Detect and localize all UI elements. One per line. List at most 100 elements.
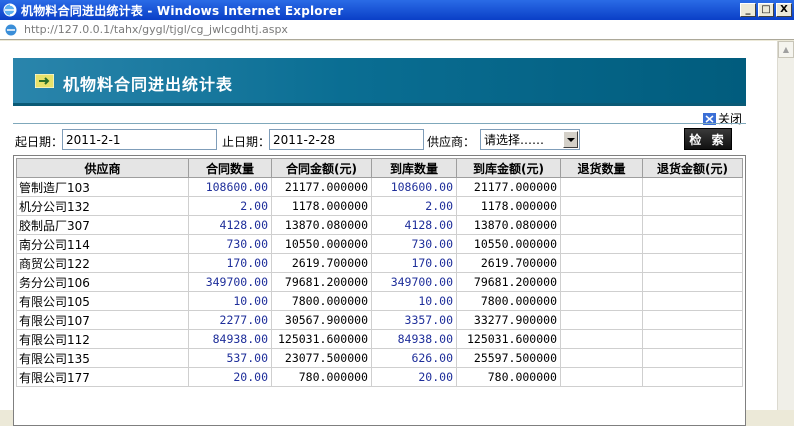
- table-cell: [560, 291, 643, 311]
- start-date-input[interactable]: [62, 129, 217, 150]
- scroll-up-arrow-icon[interactable]: ▲: [778, 41, 794, 58]
- table-cell: 1178.000000: [456, 196, 561, 216]
- table-row: 机分公司132 2.00 1178.000000 2.00 1178.000000: [16, 196, 743, 216]
- table-cell: 349700.00: [371, 272, 457, 292]
- table-cell: 1178.000000: [271, 196, 372, 216]
- chevron-down-icon[interactable]: [563, 131, 578, 148]
- table-cell: [642, 177, 743, 197]
- table-cell: 20.00: [371, 367, 457, 387]
- table-cell: 730.00: [371, 234, 457, 254]
- table-row: 管制造厂103 108600.00 21177.000000 108600.00 211…: [16, 177, 743, 197]
- supplier-cell: 有限公司135: [16, 348, 189, 368]
- table-cell: [560, 234, 643, 254]
- supplier-cell: 商贸公司122: [16, 253, 189, 273]
- table-cell: 170.00: [371, 253, 457, 273]
- minimize-button[interactable]: _: [740, 3, 756, 17]
- table-cell: [560, 367, 643, 387]
- table-cell: [560, 177, 643, 197]
- table-cell: 10.00: [371, 291, 457, 311]
- filter-bar: 起日期： 止日期： 供应商： 请选择…… 检 索: [13, 123, 746, 153]
- address-url: http://127.0.0.1/tahx/gygl/tjgl/cg_jwlcg…: [24, 23, 288, 36]
- table-cell: [560, 253, 643, 273]
- table-cell: 2277.00: [188, 310, 272, 330]
- supplier-select[interactable]: 请选择……: [480, 129, 580, 150]
- table-cell: 7800.000000: [271, 291, 372, 311]
- table-row: 有限公司112 84938.00 125031.600000 84938.00 1250…: [16, 329, 743, 349]
- start-date-label: 起日期：: [15, 135, 64, 149]
- table-cell: 3357.00: [371, 310, 457, 330]
- table-cell: 10550.000000: [271, 234, 372, 254]
- search-button[interactable]: 检 索: [684, 128, 732, 150]
- table-cell: [560, 348, 643, 368]
- table-cell: 10550.000000: [456, 234, 561, 254]
- table-cell: [642, 234, 743, 254]
- table-cell: [642, 196, 743, 216]
- table-cell: 84938.00: [371, 329, 457, 349]
- table-cell: [642, 272, 743, 292]
- table-cell: [642, 310, 743, 330]
- table-cell: 21177.000000: [271, 177, 372, 197]
- table-cell: 30567.900000: [271, 310, 372, 330]
- end-date-label: 止日期：: [222, 135, 271, 149]
- column-header: 到库数量: [371, 158, 457, 178]
- table-cell: 2619.700000: [271, 253, 372, 273]
- table-cell: 108600.00: [371, 177, 457, 197]
- address-bar[interactable]: http://127.0.0.1/tahx/gygl/tjgl/cg_jwlcg…: [0, 20, 794, 40]
- table-cell: 4128.00: [188, 215, 272, 235]
- table-cell: 7800.000000: [456, 291, 561, 311]
- table-cell: [560, 272, 643, 292]
- table-row: 有限公司135 537.00 23077.500000 626.00 25597.500…: [16, 348, 743, 368]
- ie-icon: [3, 3, 17, 17]
- table-cell: 84938.00: [188, 329, 272, 349]
- column-header: 退货数量: [560, 158, 643, 178]
- vertical-scrollbar[interactable]: ▲: [777, 41, 794, 410]
- supplier-cell: 胶制品厂307: [16, 215, 189, 235]
- table-row: 有限公司105 10.00 7800.000000 10.00 7800.000000: [16, 291, 743, 311]
- table-cell: 21177.000000: [456, 177, 561, 197]
- supplier-cell: 管制造厂103: [16, 177, 189, 197]
- table-cell: 349700.00: [188, 272, 272, 292]
- table-row: 有限公司107 2277.00 30567.900000 3357.00 33277.9…: [16, 310, 743, 330]
- column-header: 供应商: [16, 158, 189, 178]
- page-viewport: 机物料合同进出统计表 关闭 起日期： 止日期： 供应商： 请选择…… 检 索 供…: [0, 41, 777, 426]
- page-banner: 机物料合同进出统计表: [13, 58, 746, 106]
- table-cell: [560, 329, 643, 349]
- table-cell: [642, 291, 743, 311]
- end-date-input[interactable]: [269, 129, 424, 150]
- window-title: 机物料合同进出统计表 - Windows Internet Explorer: [21, 3, 344, 18]
- table-cell: [642, 253, 743, 273]
- close-window-button[interactable]: X: [776, 3, 792, 17]
- supplier-cell: 有限公司177: [16, 367, 189, 387]
- table-cell: [560, 310, 643, 330]
- table-cell: 626.00: [371, 348, 457, 368]
- table-cell: 125031.600000: [271, 329, 372, 349]
- supplier-cell: 有限公司105: [16, 291, 189, 311]
- column-header: 合同数量: [188, 158, 272, 178]
- supplier-cell: 机分公司132: [16, 196, 189, 216]
- table-row: 胶制品厂307 4128.00 13870.080000 4128.00 13870.0…: [16, 215, 743, 235]
- table-row: 商贸公司122 170.00 2619.700000 170.00 2619.70000…: [16, 253, 743, 273]
- table-row: 务分公司106 349700.00 79681.200000 349700.00 796…: [16, 272, 743, 292]
- table-cell: 2619.700000: [456, 253, 561, 273]
- table-cell: 13870.080000: [271, 215, 372, 235]
- supplier-cell: 有限公司112: [16, 329, 189, 349]
- table-cell: 108600.00: [188, 177, 272, 197]
- maximize-button[interactable]: □: [758, 3, 774, 17]
- table-cell: 537.00: [188, 348, 272, 368]
- ie-page-icon: [5, 24, 17, 35]
- window-titlebar: 机物料合同进出统计表 - Windows Internet Explorer _…: [0, 0, 794, 20]
- table-cell: [642, 215, 743, 235]
- table-cell: [560, 196, 643, 216]
- supplier-select-value: 请选择……: [484, 133, 545, 147]
- stats-table: 供应商 合同数量 合同金额(元) 到库数量 到库金额(元) 退货数量 退货金额(元) 管制造…: [16, 158, 743, 387]
- table-row: 南分公司114 730.00 10550.000000 730.00 10550.000…: [16, 234, 743, 254]
- table-cell: 170.00: [188, 253, 272, 273]
- table-cell: 2.00: [188, 196, 272, 216]
- table-cell: 79681.200000: [456, 272, 561, 292]
- column-header: 到库金额(元): [456, 158, 561, 178]
- table-cell: 13870.080000: [456, 215, 561, 235]
- table-cell: 780.000000: [456, 367, 561, 387]
- table-cell: 10.00: [188, 291, 272, 311]
- table-body: 管制造厂103 108600.00 21177.000000 108600.00 211…: [16, 177, 743, 387]
- table-cell: [560, 215, 643, 235]
